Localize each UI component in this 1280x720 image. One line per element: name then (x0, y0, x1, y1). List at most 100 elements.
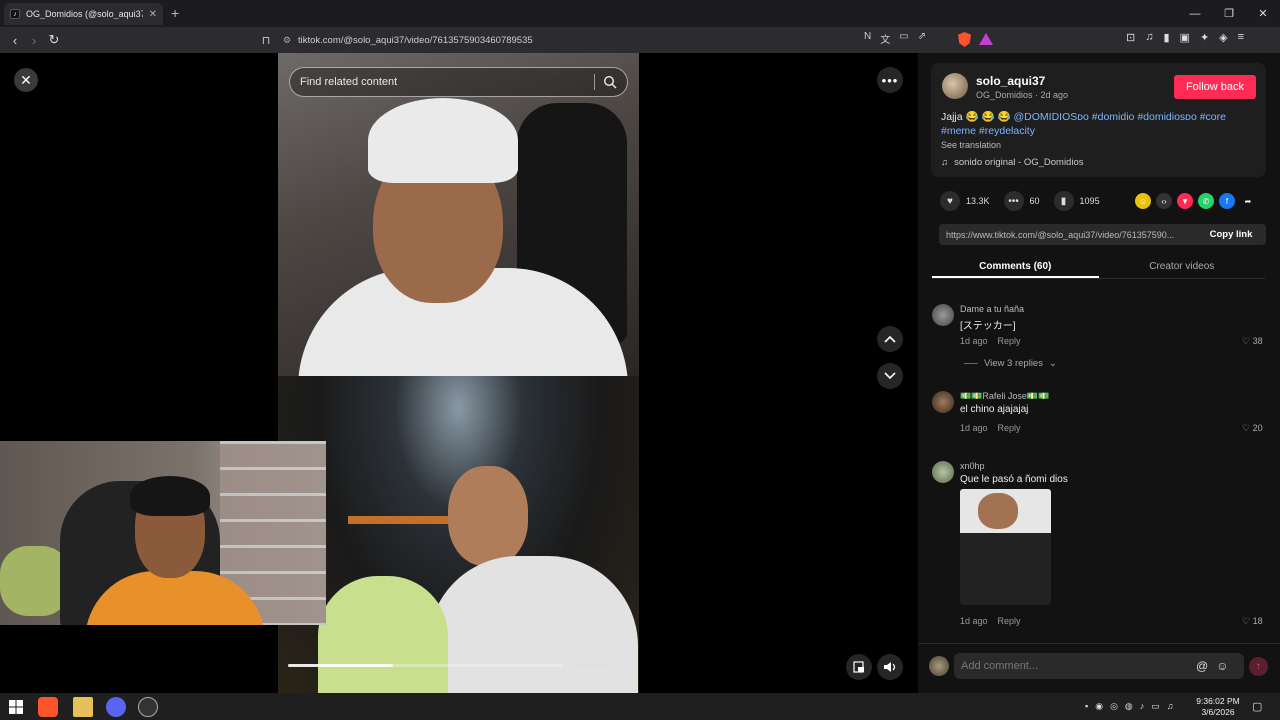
notification-icon[interactable]: ▢ (1252, 700, 1262, 713)
like-stat[interactable]: ♥ 13.3K (940, 191, 990, 211)
windows-start-icon[interactable] (6, 697, 26, 717)
send-icon[interactable]: ▼ (1177, 193, 1193, 209)
taskbar-clock[interactable]: 9:36:02 PM 3/6/2026 (1196, 696, 1240, 718)
tray-app-icon[interactable]: ▪ (1085, 701, 1088, 712)
tray-app-icon[interactable]: ◍ (1125, 701, 1133, 712)
find-related-search[interactable]: Find related content (289, 67, 628, 97)
comment-input-icons: @ ☺ (1196, 659, 1228, 673)
share-link-url[interactable]: https://www.tiktok.com/@solo_aqui37/vide… (939, 230, 1196, 240)
heart-icon[interactable]: ♥ (940, 191, 960, 211)
sound-link[interactable]: ♫ sonido original - OG_Domidios (941, 157, 1084, 168)
video-progress-bar[interactable] (288, 664, 563, 667)
comment-like[interactable]: ♡ 20 (1242, 423, 1263, 434)
sound-name[interactable]: sonido original - OG_Domidios (954, 157, 1083, 168)
discord-icon[interactable] (106, 697, 126, 717)
reply-button[interactable]: Reply (998, 336, 1021, 346)
facebook-icon[interactable]: f (1219, 193, 1235, 209)
commenter-name[interactable]: Dame a tu ñaña (960, 304, 1024, 314)
reply-button[interactable]: Reply (998, 423, 1021, 433)
comment-like[interactable]: ♡ 38 (1242, 336, 1263, 347)
tab-close-icon[interactable]: ✕ (149, 9, 157, 20)
copy-link-button[interactable]: Copy link (1196, 229, 1266, 240)
video-details-panel: solo_aqui37 OG_Domidios · 2d ago Follow … (918, 53, 1280, 693)
pip-icon (853, 661, 864, 673)
bookmark-icon[interactable]: ▮ (1053, 191, 1074, 211)
close-window-button[interactable]: ✕ (1246, 0, 1280, 27)
whatsapp-icon[interactable]: ✆ (1198, 193, 1214, 209)
maximize-button[interactable]: ❐ (1212, 0, 1246, 27)
engagement-stats: ♥ 13.3K ••• 60 ▮ 1095 (940, 191, 1114, 211)
minimize-button[interactable]: — (1178, 0, 1212, 27)
more-options-button[interactable]: ••• (877, 67, 903, 93)
brave-browser-icon[interactable] (38, 697, 58, 717)
forward-icon[interactable]: › (25, 31, 43, 49)
comment-icon[interactable]: ••• (1003, 191, 1024, 211)
network-icon[interactable]: ▭ (1151, 701, 1160, 712)
comment-time: 1d ago (960, 616, 988, 626)
close-video-button[interactable]: ✕ (14, 68, 38, 92)
obs-icon[interactable] (138, 697, 158, 717)
commenter-avatar[interactable] (932, 391, 954, 413)
site-info-icon[interactable]: ⚙ (276, 35, 298, 46)
comment-like[interactable]: ♡ 18 (1242, 616, 1263, 627)
microphone-icon[interactable]: ♪ (1140, 701, 1145, 712)
sidebar-icon[interactable]: ▮ (1163, 31, 1169, 44)
reader-mode-icon[interactable]: N (864, 31, 871, 46)
translate-icon[interactable]: 文 (880, 31, 890, 46)
comment-like-count: 38 (1252, 336, 1263, 346)
bookmark-icon[interactable]: ⊓ (256, 34, 276, 47)
commenter-name[interactable]: xn0hp (960, 461, 985, 471)
clock-date: 3/6/2026 (1201, 707, 1235, 717)
commenter-avatar[interactable] (932, 304, 954, 326)
media-icon[interactable]: ♫ (1145, 31, 1153, 44)
emoji-icon[interactable]: ☺ (1216, 659, 1228, 673)
share-buttons: ☺ ‹› ▼ ✆ f ➦ (1135, 193, 1256, 209)
browser-tab[interactable]: ♪ OG_Domidios (@solo_aqui37 ✕ (4, 3, 163, 25)
view-replies-button[interactable]: View 3 replies ⌄ (964, 358, 1057, 369)
wallet-icon[interactable]: ▣ (1180, 31, 1190, 44)
menu-icon[interactable]: ≡ (1238, 31, 1244, 44)
vpn-icon[interactable]: ◈ (1219, 31, 1227, 44)
comment-text: [ステッカー] (960, 321, 1016, 332)
friends-share-icon[interactable]: ☺ (1135, 193, 1151, 209)
see-translation-link[interactable]: See translation (941, 140, 1001, 150)
cast-icon[interactable]: ▭ (899, 31, 908, 46)
search-placeholder[interactable]: Find related content (300, 76, 594, 88)
commenter-name[interactable]: 💵💵Rafeli Jose💵💵 (960, 391, 1049, 402)
screenshot-icon[interactable]: ⊡ (1126, 31, 1135, 44)
back-icon[interactable]: ‹ (6, 31, 24, 49)
save-stat[interactable]: ▮ 1095 (1053, 191, 1100, 211)
extension-icons: ⊡ ♫ ▮ ▣ ✦ ◈ ≡ (1126, 31, 1244, 44)
creator-username[interactable]: solo_aqui37 (976, 74, 1045, 88)
next-video-button[interactable] (877, 363, 903, 389)
video-player[interactable]: Find related content 00:09/00:24 (278, 53, 639, 693)
mention-icon[interactable]: @ (1196, 659, 1208, 673)
tab-comments[interactable]: Comments (60) (932, 257, 1099, 278)
floating-player-button[interactable] (846, 654, 872, 680)
reply-button[interactable]: Reply (998, 616, 1021, 626)
view-replies-label[interactable]: View 3 replies (984, 358, 1043, 369)
volume-tray-icon[interactable]: ♫ (1167, 701, 1174, 712)
share-icon[interactable]: ⇗ (918, 31, 926, 46)
embed-icon[interactable]: ‹› (1156, 193, 1172, 209)
tray-app-icon[interactable]: ◎ (1110, 701, 1118, 712)
comment-sticker-image[interactable] (960, 489, 1051, 605)
share-arrow-icon[interactable]: ➦ (1240, 193, 1256, 209)
file-explorer-icon[interactable] (73, 697, 93, 717)
discord-tray-icon[interactable]: ◉ (1095, 701, 1103, 712)
comment-stat[interactable]: ••• 60 (1003, 191, 1040, 211)
follow-back-button[interactable]: Follow back (1174, 75, 1256, 99)
previous-video-button[interactable] (877, 326, 903, 352)
search-icon[interactable] (603, 75, 617, 89)
post-comment-button[interactable]: ↑ (1249, 657, 1268, 676)
brave-rewards-icon[interactable] (979, 33, 993, 45)
tab-creator-videos[interactable]: Creator videos (1099, 257, 1266, 278)
creator-avatar[interactable] (942, 73, 968, 99)
comment-like-count: 20 (1252, 423, 1263, 433)
reload-icon[interactable]: ↻ (45, 31, 63, 49)
volume-button[interactable] (877, 654, 903, 680)
commenter-avatar[interactable] (932, 461, 954, 483)
browser-toolbar: ‹ › ↻ ⊓ ⚙ tiktok.com/@solo_aqui37/video/… (0, 27, 1280, 53)
new-tab-button[interactable]: + (171, 5, 179, 21)
leo-ai-icon[interactable]: ✦ (1200, 31, 1209, 44)
